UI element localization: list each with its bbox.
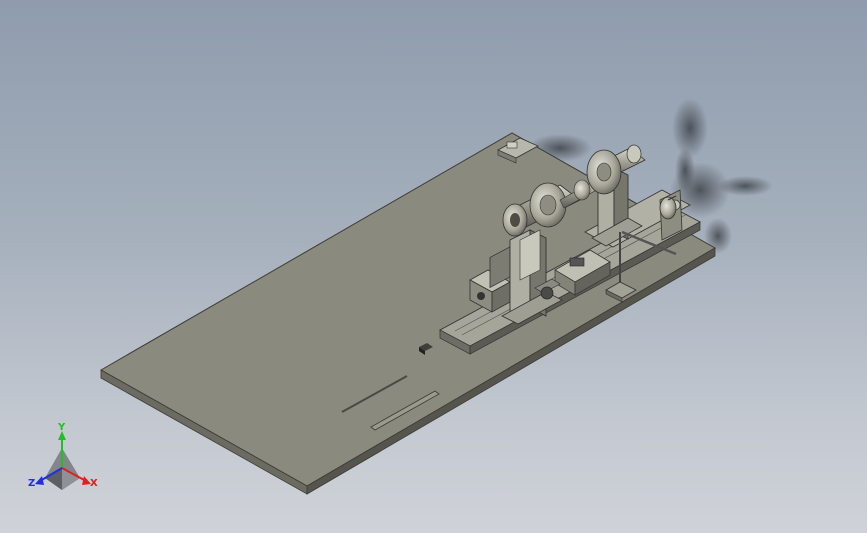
- right-spindle-housing[interactable]: [586, 144, 646, 195]
- triad-z-label: Z: [28, 478, 35, 489]
- triad-y-label: Y: [57, 422, 66, 433]
- triad-x-label: X: [90, 478, 98, 489]
- model-scene[interactable]: Y X Z: [0, 0, 867, 533]
- cad-viewport[interactable]: Y X Z: [0, 0, 867, 533]
- coordinate-triad[interactable]: Y X Z: [28, 422, 98, 490]
